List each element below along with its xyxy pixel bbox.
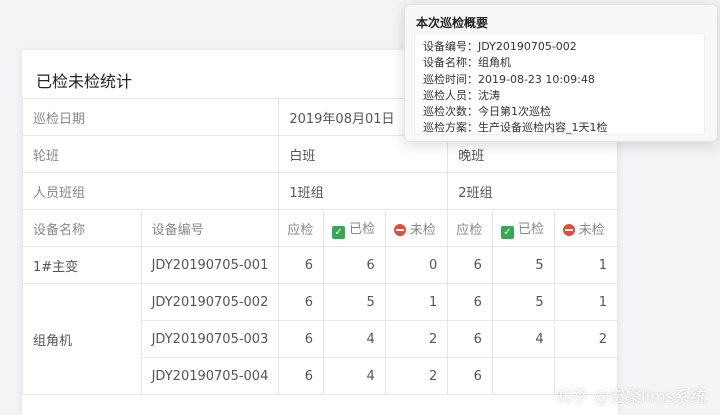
table-header-row: 设备名称 设备编号 应检 ✓ 已检 未检 应检 ✓ 已检 未检 <box>22 209 619 247</box>
check-box-icon: ✓ <box>332 225 346 239</box>
table-row: 组角机 JDY20190705-002 6 5 1 6 5 1 <box>22 283 619 395</box>
s2-undone: 1 <box>553 283 619 321</box>
inspection-summary-popup: 本次巡检概要 设备编号：JDY20190705-002 设备名称：组角机 巡检时… <box>404 4 718 142</box>
s2-done: 5 <box>491 246 555 284</box>
s2-due: 6 <box>447 283 493 321</box>
popup-line-time: 巡检时间：2019-08-23 10:09:48 <box>423 72 595 86</box>
stop-icon <box>393 223 406 236</box>
s1-undone: 0 <box>384 246 449 284</box>
s2-done: 4 <box>491 320 555 358</box>
popup-line-device-name: 设备名称：组角机 <box>423 56 511 70</box>
col-undone: 未检 <box>384 209 449 247</box>
date-label: 巡检日期 <box>21 98 280 136</box>
s2-done <box>491 357 555 395</box>
s1-done: 4 <box>323 320 386 358</box>
col-done: ✓ 已检 <box>323 209 386 247</box>
col-undone: 未检 <box>553 209 619 247</box>
popup-line-device-code: 设备编号：JDY20190705-002 <box>423 40 577 53</box>
popup-title: 本次巡检概要 <box>416 16 489 30</box>
s1-due: 6 <box>278 283 325 321</box>
group-label: 人员班组 <box>21 172 280 210</box>
device-code: JDY20190705-001 <box>140 246 280 284</box>
table-row: 人员班组 1班组 2班组 <box>21 172 618 210</box>
s1-done: 6 <box>323 246 386 284</box>
s1-undone: 2 <box>384 320 449 358</box>
device-name: 组角机 <box>22 283 142 395</box>
popup-line-inspector: 巡检人员：沈涛 <box>423 88 500 102</box>
check-box-icon: ✓ <box>500 225 514 239</box>
col-due: 应检 <box>447 209 493 247</box>
s2-undone: 2 <box>553 320 619 358</box>
group1-value: 1班组 <box>278 172 449 210</box>
col-due: 应检 <box>278 209 325 247</box>
s2-due: 6 <box>447 246 493 284</box>
shift-label: 轮班 <box>21 135 280 173</box>
table-row: 1#主变 JDY20190705-001 6 6 0 6 5 1 <box>22 246 619 284</box>
s1-due: 6 <box>278 357 325 395</box>
device-code: JDY20190705-002 <box>140 283 280 321</box>
panel-title: 已检未检统计 <box>36 72 133 91</box>
s1-done: 4 <box>323 357 386 395</box>
s2-done: 5 <box>491 283 555 321</box>
group2-value: 2班组 <box>447 172 618 210</box>
col-done: ✓ 已检 <box>491 209 555 247</box>
device-name: 1#主变 <box>22 246 142 284</box>
popup-line-plan: 巡检方案：生产设备巡检内容_1天1检 <box>423 121 608 135</box>
stats-table: 巡检日期 2019年08月01日 轮班 白班 晚班 人员班组 1班组 2班组 设… <box>21 98 619 395</box>
s1-due: 6 <box>278 320 325 358</box>
popup-line-count: 巡检次数：今日第1次巡检 <box>423 105 551 119</box>
s2-due: 6 <box>447 320 493 358</box>
device-code: JDY20190705-003 <box>140 320 280 358</box>
s1-undone: 2 <box>384 357 449 395</box>
col-device-name: 设备名称 <box>22 209 142 247</box>
s1-undone: 1 <box>384 283 449 321</box>
device-code: JDY20190705-004 <box>140 357 280 395</box>
s1-done: 5 <box>323 283 386 321</box>
s1-due: 6 <box>278 246 325 284</box>
stop-icon <box>562 223 575 236</box>
s2-due: 6 <box>447 357 493 395</box>
watermark: 知乎 @宏聚lims系统 <box>556 387 706 406</box>
col-device-code: 设备编号 <box>140 209 280 247</box>
s2-undone: 1 <box>553 246 619 284</box>
popup-body: 设备编号：JDY20190705-002 设备名称：组角机 巡检时间：2019-… <box>414 33 705 135</box>
